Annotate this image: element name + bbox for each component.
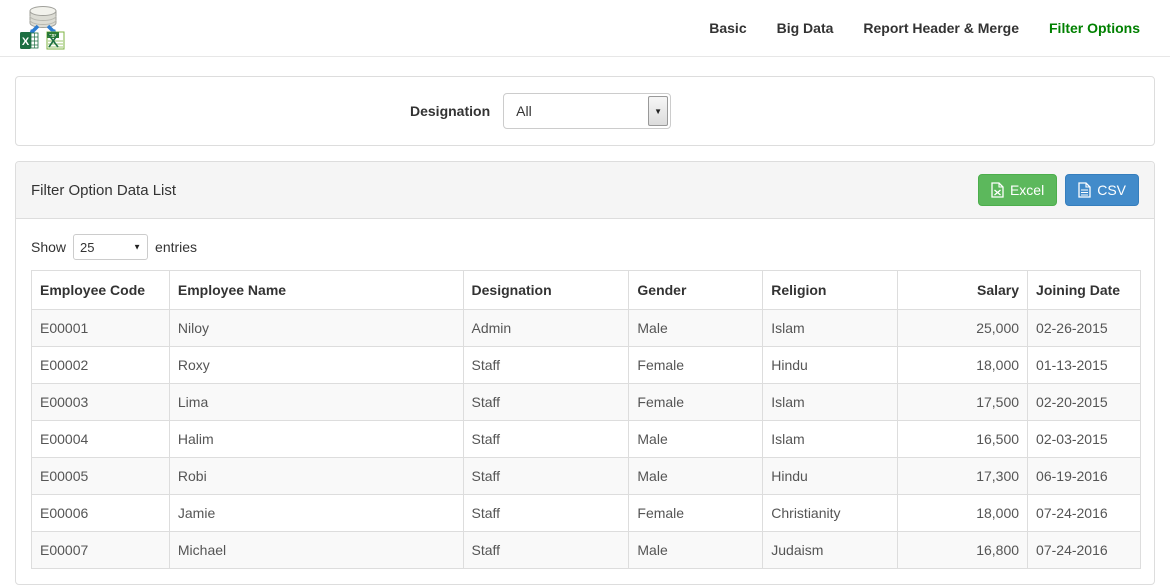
cell-designation: Staff	[463, 495, 629, 532]
panel-title: Filter Option Data List	[31, 182, 176, 199]
cell-employee-code: E00004	[32, 421, 170, 458]
filter-panel: Designation All ▼	[15, 76, 1155, 146]
cell-salary: 16,500	[898, 421, 1028, 458]
table-row: E00003 Lima Staff Female Islam 17,500 02…	[32, 384, 1141, 421]
cell-designation: Staff	[463, 421, 629, 458]
entries-length-control: Show 25 ▼ entries	[31, 234, 1139, 260]
data-list-panel: Filter Option Data List Excel	[15, 161, 1155, 585]
table-row: E00004 Halim Staff Male Islam 16,500 02-…	[32, 421, 1141, 458]
cell-employee-name: Jamie	[169, 495, 463, 532]
cell-salary: 18,000	[898, 495, 1028, 532]
excel-button-label: Excel	[1010, 182, 1044, 198]
cell-employee-name: Roxy	[169, 347, 463, 384]
cell-designation: Staff	[463, 347, 629, 384]
cell-joining-date: 06-19-2016	[1028, 458, 1141, 495]
cell-religion: Christianity	[763, 495, 898, 532]
cell-religion: Islam	[763, 421, 898, 458]
nav-item-report-header-merge[interactable]: Report Header & Merge	[848, 20, 1034, 36]
nav-item-filter-options[interactable]: Filter Options	[1034, 20, 1155, 36]
cell-gender: Male	[629, 310, 763, 347]
table-row: E00007 Michael Staff Male Judaism 16,800…	[32, 532, 1141, 569]
cell-designation: Staff	[463, 458, 629, 495]
export-excel-button[interactable]: Excel	[978, 174, 1057, 206]
csv-file-icon	[1078, 182, 1091, 198]
excel-file-icon	[991, 182, 1004, 198]
cell-gender: Male	[629, 458, 763, 495]
cell-employee-name: Halim	[169, 421, 463, 458]
cell-joining-date: 02-26-2015	[1028, 310, 1141, 347]
svg-text:X: X	[22, 36, 30, 48]
cell-joining-date: 02-03-2015	[1028, 421, 1141, 458]
table-header-row: Employee Code Employee Name Designation …	[32, 271, 1141, 310]
cell-joining-date: 02-20-2015	[1028, 384, 1141, 421]
brand-logo[interactable]: X CSV	[18, 4, 68, 53]
designation-filter-group: Designation All ▼	[410, 93, 671, 129]
cell-religion: Hindu	[763, 458, 898, 495]
designation-label: Designation	[410, 103, 490, 119]
export-csv-button[interactable]: CSV	[1065, 174, 1139, 206]
cell-religion: Islam	[763, 310, 898, 347]
column-header-religion: Religion	[763, 271, 898, 310]
cell-gender: Female	[629, 347, 763, 384]
employee-table: Employee Code Employee Name Designation …	[31, 270, 1141, 569]
cell-designation: Admin	[463, 310, 629, 347]
designation-dropdown-button[interactable]: ▼	[648, 96, 668, 126]
cell-gender: Male	[629, 421, 763, 458]
nav-item-basic[interactable]: Basic	[694, 20, 761, 36]
nav-item-big-data[interactable]: Big Data	[762, 20, 849, 36]
entries-per-page-select[interactable]: 25	[73, 234, 148, 260]
cell-gender: Male	[629, 532, 763, 569]
cell-employee-name: Niloy	[169, 310, 463, 347]
cell-salary: 17,500	[898, 384, 1028, 421]
chevron-down-icon: ▼	[654, 107, 662, 116]
cell-designation: Staff	[463, 384, 629, 421]
cell-employee-name: Michael	[169, 532, 463, 569]
cell-religion: Islam	[763, 384, 898, 421]
cell-employee-name: Lima	[169, 384, 463, 421]
column-header-salary: Salary	[898, 271, 1028, 310]
column-header-joining-date: Joining Date	[1028, 271, 1141, 310]
csv-button-label: CSV	[1097, 182, 1126, 198]
cell-employee-code: E00007	[32, 532, 170, 569]
cell-salary: 16,800	[898, 532, 1028, 569]
cell-joining-date: 07-24-2016	[1028, 495, 1141, 532]
cell-gender: Female	[629, 384, 763, 421]
cell-religion: Hindu	[763, 347, 898, 384]
table-row: E00005 Robi Staff Male Hindu 17,300 06-1…	[32, 458, 1141, 495]
entries-label: entries	[155, 239, 197, 255]
table-row: E00001 Niloy Admin Male Islam 25,000 02-…	[32, 310, 1141, 347]
cell-salary: 17,300	[898, 458, 1028, 495]
cell-employee-name: Robi	[169, 458, 463, 495]
table-row: E00006 Jamie Staff Female Christianity 1…	[32, 495, 1141, 532]
data-list-panel-body: Show 25 ▼ entries Employee Code Employee…	[16, 219, 1154, 584]
cell-salary: 18,000	[898, 347, 1028, 384]
cell-joining-date: 01-13-2015	[1028, 347, 1141, 384]
table-row: E00002 Roxy Staff Female Hindu 18,000 01…	[32, 347, 1141, 384]
cell-designation: Staff	[463, 532, 629, 569]
database-export-logo-icon: X CSV	[18, 4, 68, 53]
cell-joining-date: 07-24-2016	[1028, 532, 1141, 569]
navbar: X CSV Basic Big Data Report Header & Mer…	[0, 0, 1170, 57]
designation-select[interactable]: All ▼	[503, 93, 671, 129]
cell-employee-code: E00001	[32, 310, 170, 347]
show-label: Show	[31, 239, 66, 255]
data-list-panel-heading: Filter Option Data List Excel	[16, 162, 1154, 219]
export-buttons: Excel CSV	[978, 174, 1139, 206]
cell-employee-code: E00003	[32, 384, 170, 421]
column-header-designation: Designation	[463, 271, 629, 310]
column-header-gender: Gender	[629, 271, 763, 310]
cell-salary: 25,000	[898, 310, 1028, 347]
main-nav: Basic Big Data Report Header & Merge Fil…	[694, 20, 1155, 36]
column-header-employee-code: Employee Code	[32, 271, 170, 310]
cell-religion: Judaism	[763, 532, 898, 569]
column-header-employee-name: Employee Name	[169, 271, 463, 310]
cell-employee-code: E00006	[32, 495, 170, 532]
cell-gender: Female	[629, 495, 763, 532]
designation-selected-value: All	[516, 103, 532, 119]
cell-employee-code: E00005	[32, 458, 170, 495]
cell-employee-code: E00002	[32, 347, 170, 384]
